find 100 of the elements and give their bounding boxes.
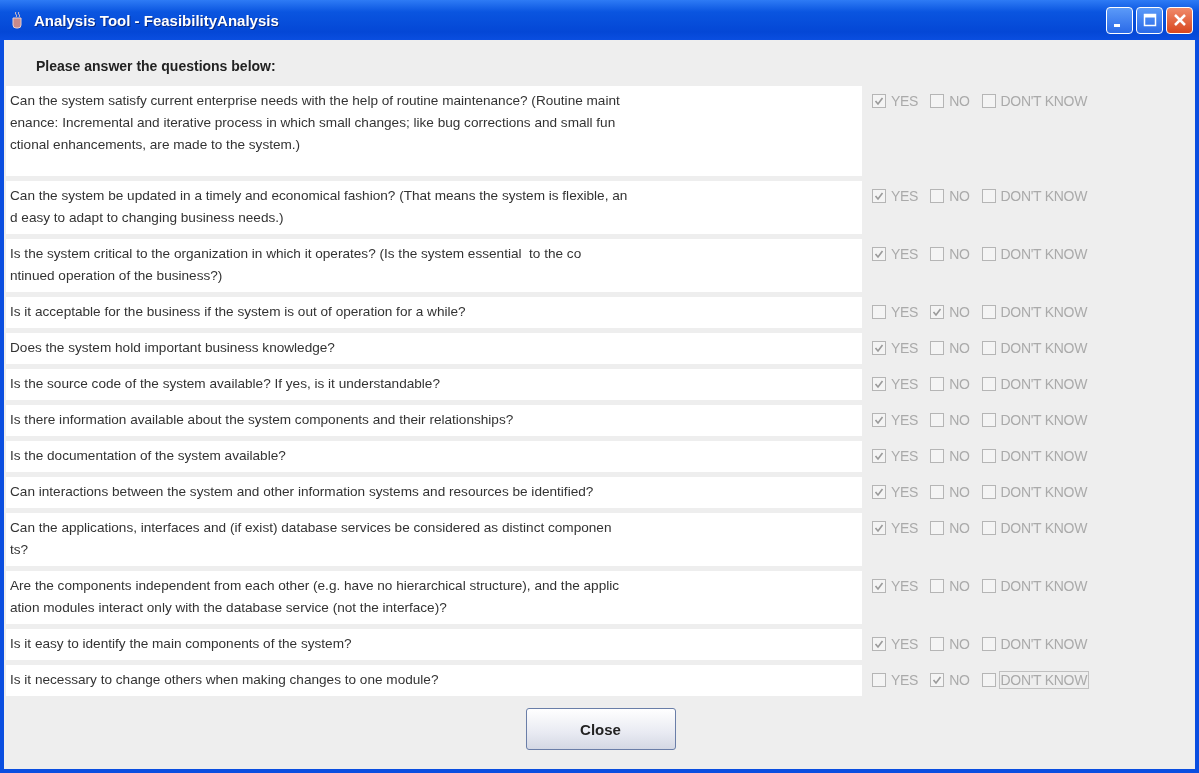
option-label: YES [890,671,920,689]
option-label: NO [948,411,971,429]
option-label: NO [948,245,971,263]
option-label: NO [948,187,971,205]
checkbox[interactable] [981,485,996,499]
checkbox[interactable] [981,377,996,391]
checkbox[interactable] [872,673,886,687]
checkbox[interactable] [872,377,886,391]
option-label: DON'T KNOW [999,245,1089,263]
option-label: DON'T KNOW [999,375,1089,393]
checkbox[interactable] [872,637,886,651]
option-label: NO [948,447,971,465]
minimize-button[interactable] [1106,6,1133,34]
checkbox[interactable] [930,673,945,687]
checkbox[interactable] [981,449,996,463]
question-text: Is the documentation of the system available? [6,441,862,472]
checkbox[interactable] [930,94,945,108]
option-label: DON'T KNOW [999,411,1089,429]
checkbox[interactable] [930,413,945,427]
option-label: NO [948,519,971,537]
question-text: Can the system be updated in a timely and economical fashion? (That means the system is flexible, an d easy to adapt to changing business needs.) [6,181,862,234]
checkbox[interactable] [872,305,886,319]
checkbox[interactable] [930,579,945,593]
checkbox[interactable] [981,673,996,687]
checkbox[interactable] [872,94,886,108]
question-text: Does the system hold important business knowledge? [6,333,862,364]
option-label: NO [948,671,971,689]
checkbox[interactable] [872,341,886,355]
cup-icon [10,11,24,29]
option-label: YES [890,483,920,501]
option-label: DON'T KNOW [999,577,1089,595]
minimize-icon [1113,23,1120,27]
checkbox[interactable] [930,521,945,535]
question-text: Are the components independent from each other (e.g. have no hierarchical structure), and the applic ation modules interact only with the database service (not the interface)? [6,571,862,624]
checkbox[interactable] [872,189,886,203]
checkbox[interactable] [872,521,886,535]
checkbox[interactable] [981,94,996,108]
checkbox[interactable] [981,637,996,651]
instruction-label: Please answer the questions below: [35,57,277,76]
checkbox[interactable] [981,521,996,535]
option-label: YES [890,187,920,205]
close-icon [1172,13,1187,27]
option-label: DON'T KNOW [999,339,1089,357]
option-label: NO [948,303,971,321]
option-label: DON'T KNOW [998,671,1090,689]
checkbox[interactable] [981,247,996,261]
checkbox[interactable] [872,579,886,593]
question-text: Can the applications, interfaces and (if exist) database services be considered as distinct componen ts? [6,513,862,566]
checkbox[interactable] [872,485,886,499]
option-label: DON'T KNOW [999,519,1089,537]
checkbox[interactable] [930,449,945,463]
question-text: Can the system satisfy current enterprise needs with the help of routine maintenance? (Routine maint enance: Incremental and iterative process in which small changes; like bug corrections and small fun ctional enhancements, are made to the system.) [6,86,862,176]
checkbox[interactable] [981,579,996,593]
window-title: Analysis Tool - FeasibilityAnalysis [34,11,280,29]
option-label: YES [890,92,920,110]
option-label: YES [890,339,920,357]
option-label: NO [948,635,971,653]
option-label: NO [948,92,971,110]
checkbox[interactable] [981,341,996,355]
question-text: Is it necessary to change others when making changes to one module? [6,665,862,696]
option-label: DON'T KNOW [999,447,1089,465]
option-label: YES [890,519,920,537]
close-button[interactable]: Close [525,708,676,750]
maximize-button[interactable] [1136,6,1163,34]
option-label: YES [890,245,920,263]
option-label: YES [890,447,920,465]
checkbox[interactable] [981,305,996,319]
question-text: Is the system critical to the organization in which it operates? (Is the system essential to the co ntinued operation of the business?) [6,239,862,292]
checkbox[interactable] [872,413,886,427]
checkbox[interactable] [930,341,945,355]
checkbox[interactable] [981,413,996,427]
option-label: YES [890,577,920,595]
question-text: Can interactions between the system and other information systems and resources be identified? [6,477,862,508]
question-text: Is it easy to identify the main components of the system? [6,629,862,660]
checkbox[interactable] [930,485,945,499]
option-label: NO [948,577,971,595]
checkbox[interactable] [930,637,945,651]
option-label: YES [890,411,920,429]
question-text: Is it acceptable for the business if the system is out of operation for a while? [6,297,862,328]
checkbox[interactable] [981,189,996,203]
checkbox[interactable] [930,247,945,261]
checkbox[interactable] [930,377,945,391]
checkbox[interactable] [930,305,945,319]
option-label: DON'T KNOW [999,187,1089,205]
checkbox[interactable] [872,449,886,463]
option-label: DON'T KNOW [999,92,1089,110]
option-label: DON'T KNOW [999,483,1089,501]
checkbox[interactable] [872,247,886,261]
option-label: NO [948,483,971,501]
window-close-button[interactable] [1166,6,1193,34]
option-label: YES [890,375,920,393]
question-text: Is there information available about the system components and their relationships? [6,405,862,436]
option-label: NO [948,375,971,393]
option-label: DON'T KNOW [999,635,1089,653]
checkbox[interactable] [930,189,945,203]
option-label: YES [890,303,920,321]
option-label: YES [890,635,920,653]
question-text: Is the source code of the system available? If yes, is it understandable? [6,369,862,400]
maximize-icon [1142,13,1157,27]
option-label: NO [948,339,971,357]
